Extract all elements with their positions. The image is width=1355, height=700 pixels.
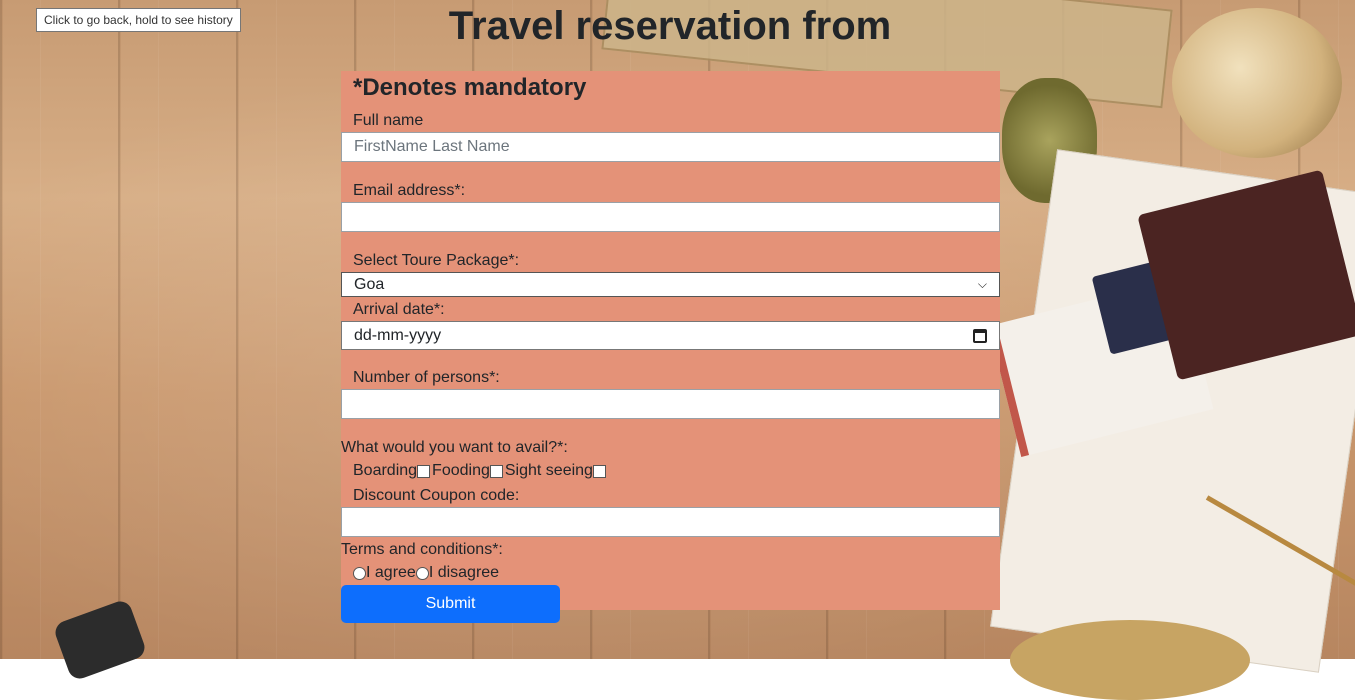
package-selected-value: Goa — [354, 275, 385, 293]
coupon-input[interactable] — [341, 507, 1000, 537]
package-select[interactable]: Goa ⌵ — [341, 272, 1000, 297]
disagree-label: I disagree — [428, 564, 500, 581]
email-label: Email address*: — [353, 182, 466, 199]
boarding-checkbox[interactable] — [417, 464, 431, 478]
arrival-date-value: dd-mm-yyyy — [354, 326, 442, 344]
agree-label: I agree — [366, 564, 416, 581]
sightseeing-label: Sight seeing — [504, 462, 593, 479]
reservation-form: *Denotes mandatory Full name Email addre… — [341, 71, 1000, 623]
email-input[interactable] — [341, 202, 1000, 232]
avail-checkboxes: Boarding Fooding Sight seeing — [353, 461, 608, 481]
coupon-label: Discount Coupon code: — [353, 487, 520, 504]
fooding-label: Fooding — [432, 462, 490, 479]
submit-button[interactable]: Submit — [341, 585, 560, 623]
persons-label: Number of persons*: — [353, 369, 500, 386]
terms-radios: I agree I disagree — [353, 563, 499, 583]
full-name-label: Full name — [353, 112, 424, 129]
arrival-date-label: Arrival date*: — [353, 301, 445, 318]
full-name-input[interactable] — [341, 132, 1000, 162]
arrival-date-input[interactable]: dd-mm-yyyy — [341, 321, 1000, 350]
terms-label: Terms and conditions*: — [341, 541, 503, 558]
agree-radio[interactable] — [353, 566, 366, 580]
package-label: Select Toure Package*: — [353, 252, 520, 269]
mandatory-note: *Denotes mandatory — [353, 74, 587, 101]
hat-decoration — [1010, 620, 1250, 700]
calendar-icon[interactable] — [973, 328, 987, 343]
back-button-tooltip: Click to go back, hold to see history — [36, 8, 241, 32]
chevron-down-icon: ⌵ — [977, 277, 987, 291]
fooding-checkbox[interactable] — [489, 464, 503, 478]
sightseeing-checkbox[interactable] — [592, 464, 606, 478]
disagree-radio[interactable] — [415, 566, 429, 580]
persons-input[interactable] — [341, 389, 1000, 419]
avail-label: What would you want to avail?*: — [341, 439, 568, 456]
boarding-label: Boarding — [353, 462, 418, 479]
